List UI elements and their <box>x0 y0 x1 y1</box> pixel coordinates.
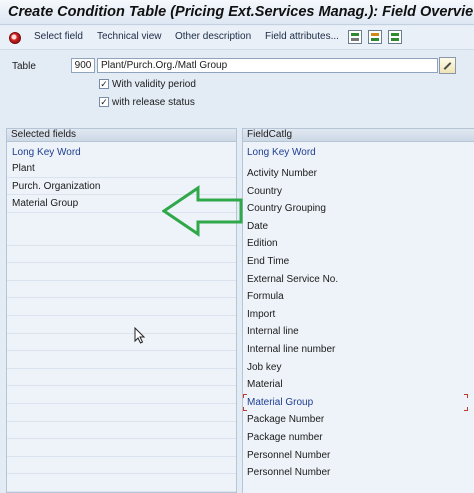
table-description-field[interactable]: Plant/Purch.Org./Matl Group <box>97 58 438 73</box>
catalog-row[interactable]: Activity Number <box>243 165 474 183</box>
field-attributes-button[interactable]: Field attributes... <box>265 31 339 42</box>
edit-description-button[interactable] <box>439 57 456 74</box>
table-number-field[interactable]: 900 <box>71 58 95 73</box>
generate-icon[interactable] <box>348 30 362 44</box>
release-status-option[interactable]: ✓ with release status <box>99 96 195 108</box>
catalog-row[interactable]: Job key <box>243 359 474 377</box>
selected-fields-column-header[interactable]: Long Key Word <box>12 147 81 158</box>
pencil-icon <box>443 62 452 70</box>
field-catalog-list: Activity Number Country Country Grouping… <box>243 165 474 482</box>
catalog-row[interactable]: Formula <box>243 288 474 306</box>
catalog-row[interactable]: Edition <box>243 235 474 253</box>
catalog-row[interactable]: Import <box>243 306 474 324</box>
field-catalog-title: FieldCatlg <box>243 128 474 142</box>
selected-fields-title: Selected fields <box>7 128 236 142</box>
catalog-row-selected[interactable]: Material Group <box>243 393 474 412</box>
field-catalog-panel: FieldCatlg Long Key Word Activity Number… <box>242 128 474 493</box>
release-status-label: with release status <box>112 96 195 108</box>
other-description-button[interactable]: Other description <box>175 31 251 42</box>
mouse-pointer-icon <box>134 327 146 344</box>
catalog-row[interactable]: Country <box>243 183 474 201</box>
catalog-row[interactable]: External Service No. <box>243 271 474 289</box>
delete-icon[interactable] <box>368 30 382 44</box>
catalog-row-selected-label: Material Group <box>247 396 314 408</box>
catalog-row[interactable]: End Time <box>243 253 474 271</box>
validity-period-label: With validity period <box>112 78 196 90</box>
catalog-row[interactable]: Internal line <box>243 323 474 341</box>
application-toolbar: Select field Technical view Other descri… <box>0 26 474 50</box>
catalog-row[interactable]: Country Grouping <box>243 200 474 218</box>
check-icon[interactable] <box>388 30 402 44</box>
catalog-row[interactable]: Package Number <box>243 411 474 429</box>
catalog-row[interactable]: Package number <box>243 429 474 447</box>
selected-fields-panel: Selected fields Long Key Word Plant Purc… <box>6 128 237 493</box>
technical-view-button[interactable]: Technical view <box>97 31 161 42</box>
catalog-row[interactable]: Date <box>243 218 474 236</box>
release-status-checkbox[interactable]: ✓ <box>99 97 109 107</box>
empty-rows <box>7 228 236 492</box>
validity-period-checkbox[interactable]: ✓ <box>99 79 109 89</box>
window-title: Create Condition Table (Pricing Ext.Serv… <box>0 0 474 25</box>
select-field-button[interactable]: Select field <box>34 31 83 42</box>
table-label: Table <box>12 61 36 72</box>
catalog-row[interactable]: Personnel Number <box>243 464 474 482</box>
validity-period-option[interactable]: ✓ With validity period <box>99 78 196 90</box>
selected-field-row[interactable]: Plant <box>7 160 236 178</box>
transfer-arrow-icon <box>162 185 243 237</box>
execute-icon[interactable] <box>9 32 21 44</box>
catalog-row[interactable]: Internal line number <box>243 341 474 359</box>
catalog-row[interactable]: Personnel Number <box>243 447 474 465</box>
field-catalog-column-header[interactable]: Long Key Word <box>247 147 316 158</box>
catalog-row[interactable]: Material <box>243 376 474 394</box>
